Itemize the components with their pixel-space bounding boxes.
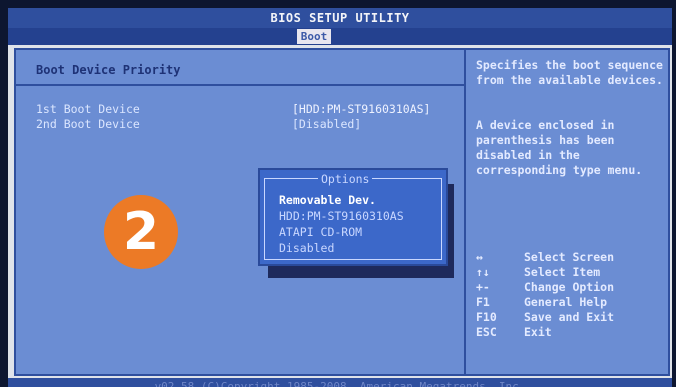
key-legend: ↔ Select Screen ↑↓ Select Item +- Change… xyxy=(476,250,666,340)
boot-device-2-label[interactable]: 2nd Boot Device xyxy=(36,117,140,131)
option-removable-dev[interactable]: Removable Dev. xyxy=(279,193,376,207)
key-name: +- xyxy=(476,280,490,294)
options-box: Removable Dev. HDD:PM-ST9160310AS ATAPI … xyxy=(264,178,442,260)
options-popup: Removable Dev. HDD:PM-ST9160310AS ATAPI … xyxy=(258,168,448,266)
option-hdd[interactable]: HDD:PM-ST9160310AS xyxy=(279,209,404,223)
key-description: Select Screen xyxy=(524,250,615,264)
popup-title: Options xyxy=(318,172,373,186)
section-title: Boot Device Priority xyxy=(36,63,181,77)
tab-boot[interactable]: Boot xyxy=(297,29,331,44)
boot-device-2-value[interactable]: [Disabled] xyxy=(292,117,361,131)
key-legend-row: +- Change Option xyxy=(476,280,666,295)
key-legend-row: F10 Save and Exit xyxy=(476,310,666,325)
key-legend-row: ↑↓ Select Item xyxy=(476,265,666,280)
boot-device-1-value[interactable]: [HDD:PM-ST9160310AS] xyxy=(292,102,430,116)
tab-bar: Boot xyxy=(8,28,672,45)
boot-device-1-label[interactable]: 1st Boot Device xyxy=(36,102,140,116)
key-legend-row: ESC Exit xyxy=(476,325,666,340)
help-description: Specifies the boot sequence from the ava… xyxy=(476,58,670,87)
key-description: Change Option xyxy=(524,280,615,294)
key-name: ESC xyxy=(476,325,497,339)
main-header: Boot Device Priority xyxy=(16,50,466,86)
key-description: Select Item xyxy=(524,265,601,279)
key-legend-row: ↔ Select Screen xyxy=(476,250,666,265)
key-legend-row: F1 General Help xyxy=(476,295,666,310)
window-title: BIOS SETUP UTILITY xyxy=(8,8,672,28)
copyright-footer: v02.58 (C)Copyright 1985-2008, American … xyxy=(8,378,672,387)
key-name: ↑↓ xyxy=(476,265,490,279)
bios-screen: BIOS SETUP UTILITY Boot Boot Device Prio… xyxy=(8,8,672,387)
option-disabled[interactable]: Disabled xyxy=(279,241,334,255)
key-description: Exit xyxy=(524,325,552,339)
option-atapi-cdrom[interactable]: ATAPI CD-ROM xyxy=(279,225,362,239)
step-number-badge: 2 xyxy=(104,195,178,269)
key-name: ↔ xyxy=(476,250,483,264)
help-disabled-note: A device enclosed in parenthesis has bee… xyxy=(476,118,643,177)
key-description: General Help xyxy=(524,295,608,309)
key-description: Save and Exit xyxy=(524,310,615,324)
key-name: F10 xyxy=(476,310,497,324)
key-name: F1 xyxy=(476,295,490,309)
help-panel: Specifies the boot sequence from the ava… xyxy=(464,48,670,376)
